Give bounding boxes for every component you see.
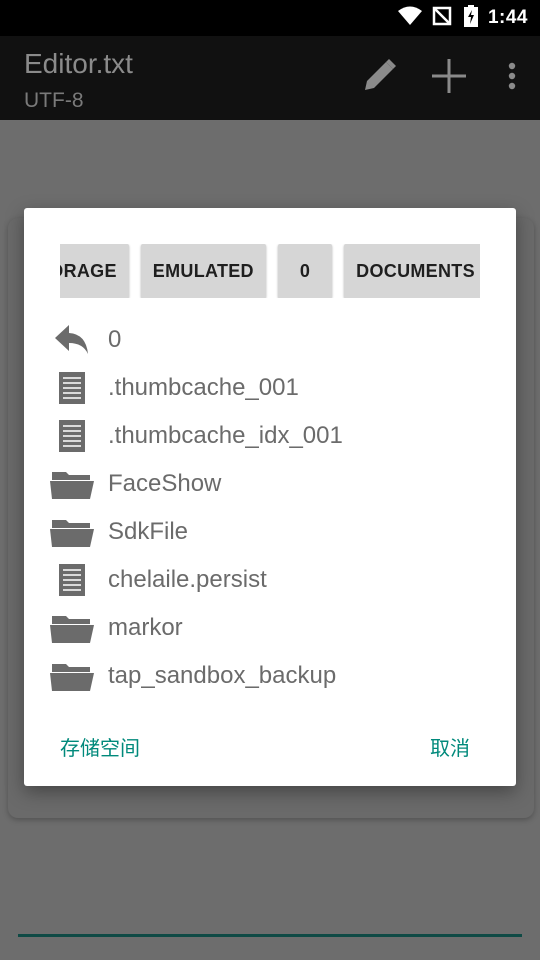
folder-icon	[48, 608, 96, 648]
list-item-label: .thumbcache_idx_001	[108, 422, 343, 449]
list-item-parent[interactable]: 0	[24, 316, 516, 364]
plus-icon	[430, 57, 468, 100]
list-item[interactable]: tap_sandbox_backup	[24, 652, 516, 700]
status-bar: 1:44	[0, 0, 540, 36]
list-item-label: SdkFile	[108, 518, 189, 545]
file-list: 0 .thumbcache_001 .thumbcache_idx_001 Fa…	[24, 316, 516, 700]
no-signal-icon	[432, 6, 454, 31]
overflow-menu-button[interactable]	[484, 36, 540, 120]
status-icons: 1:44	[397, 4, 528, 32]
file-icon	[48, 368, 96, 408]
breadcrumb-track: STORAGE EMULATED 0 DOCUMENTS	[60, 244, 480, 298]
file-icon	[48, 416, 96, 456]
list-item[interactable]: .thumbcache_idx_001	[24, 412, 516, 460]
list-item-label: tap_sandbox_backup	[108, 662, 337, 689]
list-item-label: .thumbcache_001	[108, 374, 299, 401]
editor-underline	[18, 934, 522, 937]
list-item-label: FaceShow	[108, 470, 222, 497]
list-item-label: chelaile.persist	[108, 566, 267, 593]
folder-picker-dialog: STORAGE EMULATED 0 DOCUMENTS 0 .thumbcac…	[24, 208, 516, 786]
folder-icon	[48, 464, 96, 504]
battery-charging-icon	[463, 4, 478, 32]
app-actions	[344, 36, 540, 120]
more-vert-icon	[507, 62, 517, 95]
app-title: Editor.txt	[24, 48, 133, 79]
breadcrumb-0[interactable]: 0	[277, 244, 333, 298]
app-bar: Editor.txt UTF-8	[0, 36, 540, 120]
wifi-icon	[397, 6, 422, 31]
edit-button[interactable]	[344, 36, 414, 120]
list-item[interactable]: SdkFile	[24, 508, 516, 556]
pencil-icon	[359, 56, 399, 101]
storage-button[interactable]: 存储空间	[60, 732, 140, 761]
folder-icon	[48, 656, 96, 696]
app-subtitle: UTF-8	[24, 89, 84, 112]
list-item[interactable]: FaceShow	[24, 460, 516, 508]
breadcrumb-emulated[interactable]: EMULATED	[140, 244, 266, 298]
file-icon	[48, 560, 96, 600]
breadcrumb-storage[interactable]: STORAGE	[60, 244, 129, 298]
list-item[interactable]: markor	[24, 604, 516, 652]
back-arrow-icon	[48, 320, 96, 360]
breadcrumb: STORAGE EMULATED 0 DOCUMENTS	[60, 244, 480, 298]
breadcrumb-documents[interactable]: DOCUMENTS	[344, 244, 480, 298]
list-item-label: 0	[108, 326, 122, 353]
list-item[interactable]: chelaile.persist	[24, 556, 516, 604]
add-button[interactable]	[414, 36, 484, 120]
cancel-button[interactable]: 取消	[430, 732, 470, 761]
list-item-label: markor	[108, 614, 183, 641]
status-time: 1:44	[487, 7, 528, 28]
list-item[interactable]: .thumbcache_001	[24, 364, 516, 412]
folder-icon	[48, 512, 96, 552]
